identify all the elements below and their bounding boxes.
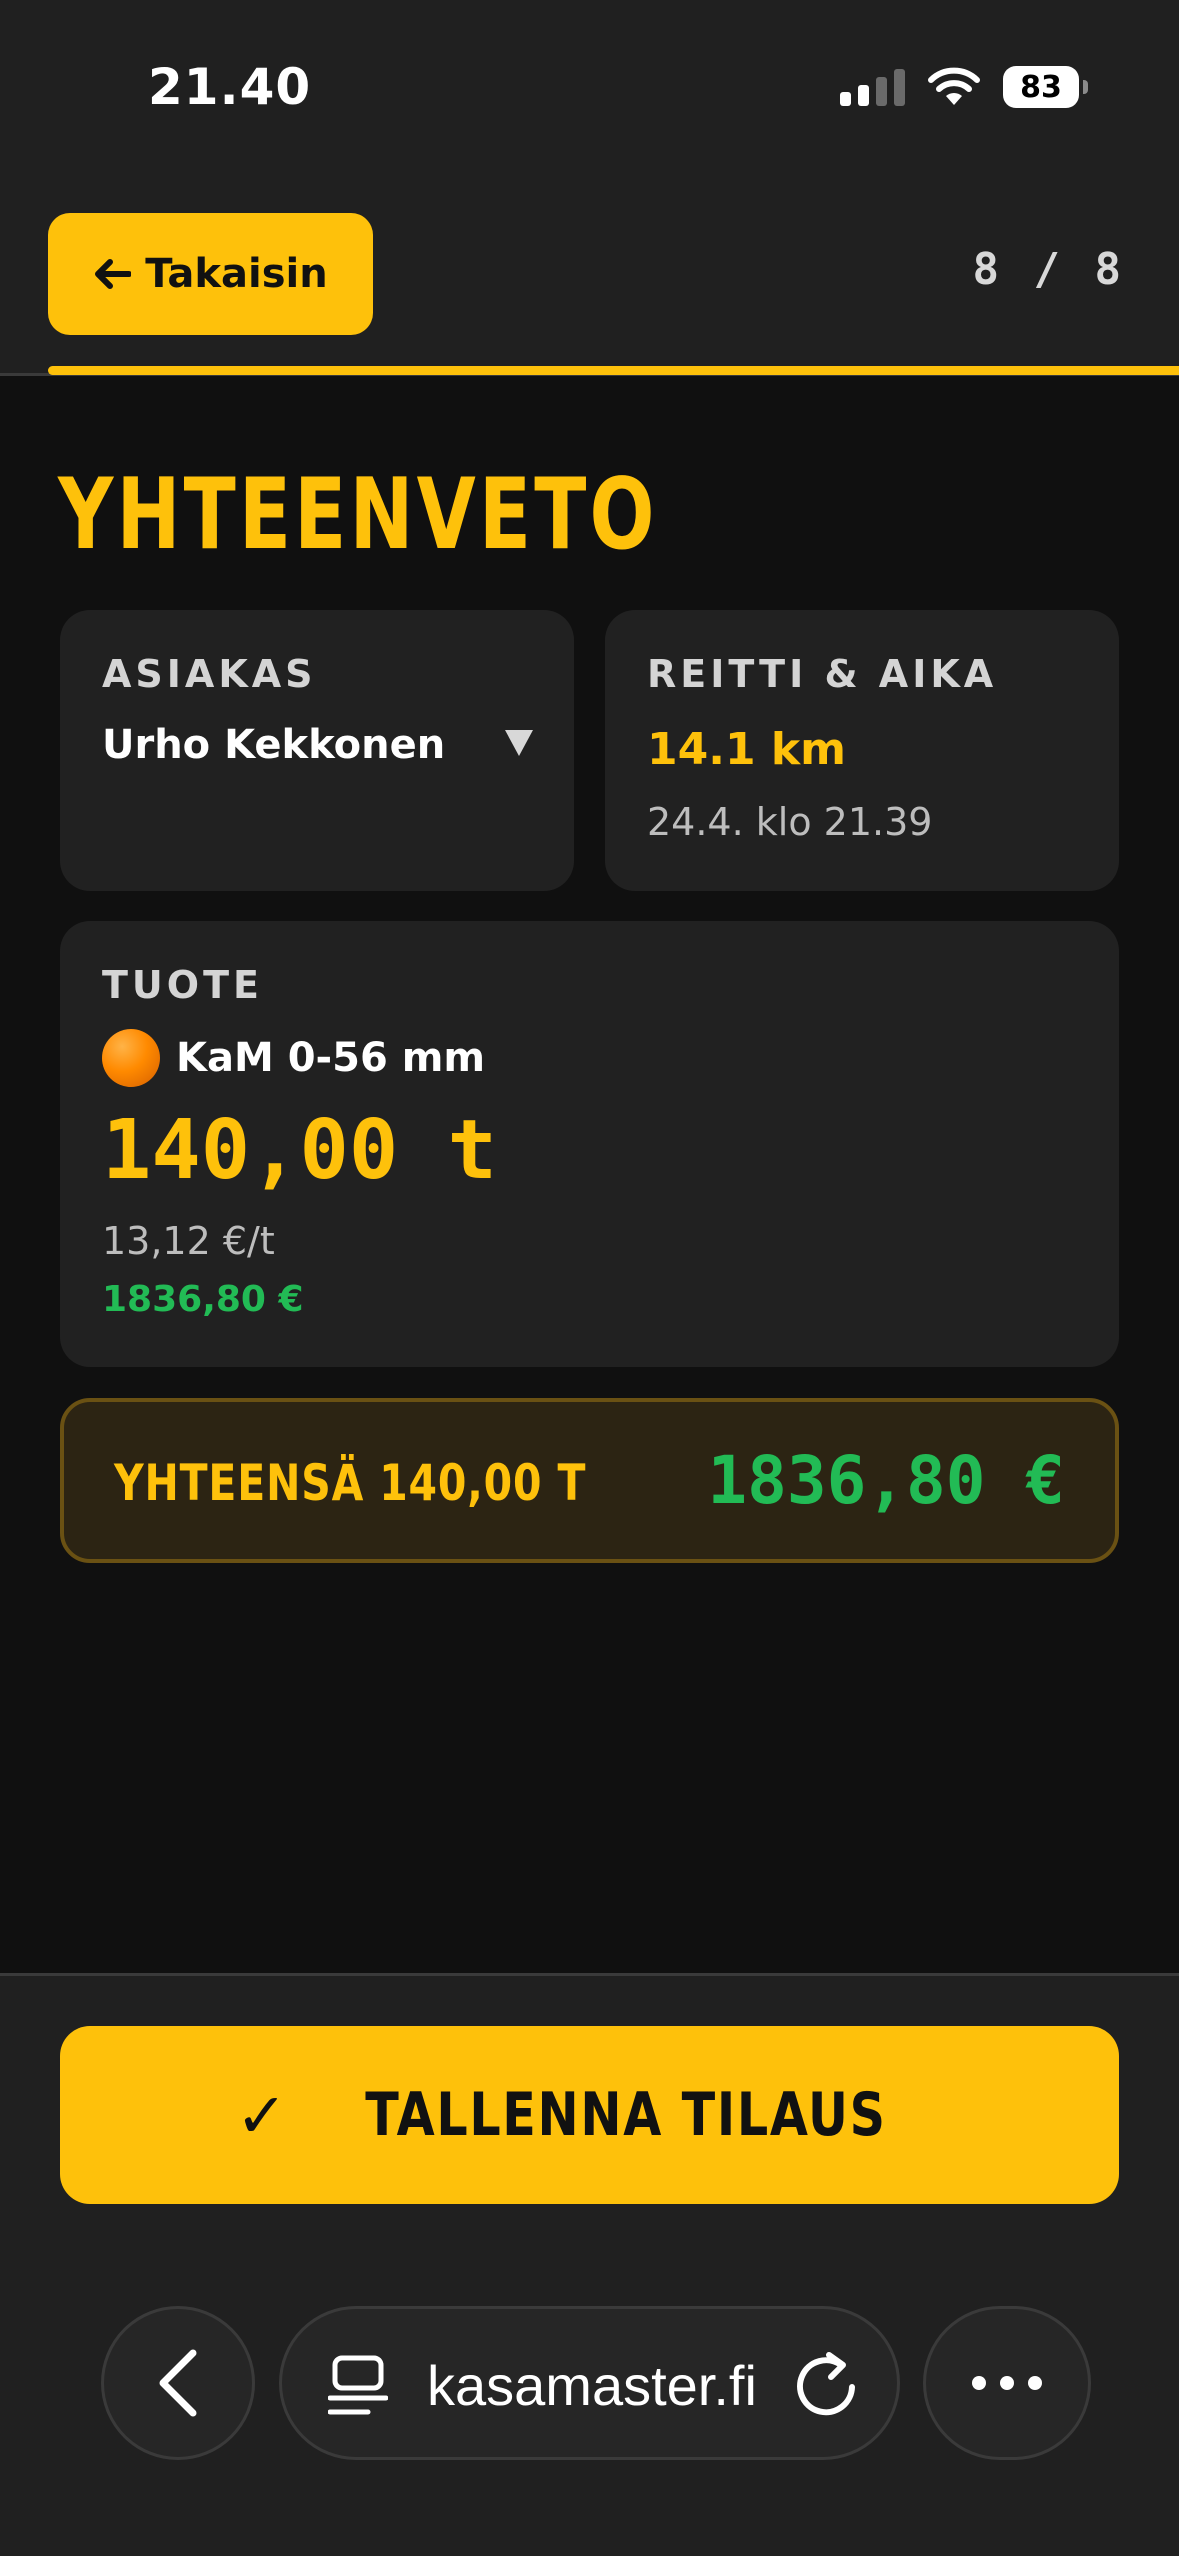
arrow-left-icon xyxy=(95,259,132,289)
back-button[interactable]: Takaisin xyxy=(48,213,373,335)
progress-bar xyxy=(48,366,1179,375)
product-card: TUOTE KaM 0-56 mm 140,00 t 13,12 €/t 183… xyxy=(60,921,1119,1367)
total-amount: 1836,80 € xyxy=(707,1442,1065,1519)
route-time: 24.4. klo 21.39 xyxy=(647,800,933,844)
status-indicators: 83 xyxy=(840,62,1088,112)
chevron-left-icon xyxy=(159,2349,197,2417)
page-title: YHTEENVETO xyxy=(58,458,658,572)
status-time: 21.40 xyxy=(148,58,312,116)
reload-icon[interactable] xyxy=(791,2349,861,2419)
product-row: KaM 0-56 mm xyxy=(102,1029,485,1087)
more-dot xyxy=(1000,2376,1014,2390)
browser-toolbar: kasamaster.fi xyxy=(0,2306,1179,2466)
customer-name: Urho Kekkonen xyxy=(102,722,446,768)
route-label: REITTI & AIKA xyxy=(647,652,998,696)
top-bar: 21.40 83 Takaisin 8 / 8 xyxy=(0,0,1179,376)
product-name: KaM 0-56 mm xyxy=(176,1035,486,1081)
product-quantity: 140,00 t xyxy=(102,1103,497,1198)
check-icon: ✓ xyxy=(235,2078,288,2152)
back-button-label: Takaisin xyxy=(145,251,328,297)
product-total: 1836,80 € xyxy=(102,1279,304,1320)
total-label: YHTEENSÄ 140,00 T xyxy=(114,1454,587,1512)
triangle-down-icon[interactable] xyxy=(504,728,534,758)
save-order-button[interactable]: ✓ TALLENNA TILAUS xyxy=(60,2026,1119,2204)
product-label: TUOTE xyxy=(102,963,263,1007)
save-order-label: TALLENNA TILAUS xyxy=(364,2080,887,2150)
tabs-icon xyxy=(328,2355,388,2415)
orange-circle-icon xyxy=(102,1029,160,1087)
bottom-bar: ✓ TALLENNA TILAUS kasamaster.fi xyxy=(0,1973,1179,2556)
route-distance: 14.1 km xyxy=(647,724,846,775)
customer-card[interactable]: ASIAKAS Urho Kekkonen xyxy=(60,610,574,891)
total-summary: YHTEENSÄ 140,00 T 1836,80 € xyxy=(60,1398,1119,1563)
more-button[interactable] xyxy=(923,2306,1091,2460)
url-text: kasamaster.fi xyxy=(427,2354,757,2417)
more-dot xyxy=(1028,2376,1042,2390)
wifi-icon xyxy=(928,67,980,105)
browser-back-button[interactable] xyxy=(101,2306,255,2460)
step-counter: 8 / 8 xyxy=(972,244,1125,295)
product-unit-price: 13,12 €/t xyxy=(102,1219,275,1263)
url-bar[interactable]: kasamaster.fi xyxy=(279,2306,900,2460)
customer-label: ASIAKAS xyxy=(102,652,317,696)
route-card: REITTI & AIKA 14.1 km 24.4. klo 21.39 xyxy=(605,610,1119,891)
battery-icon: 83 xyxy=(1003,66,1088,108)
signal-icon xyxy=(840,68,905,106)
more-dot xyxy=(972,2376,986,2390)
